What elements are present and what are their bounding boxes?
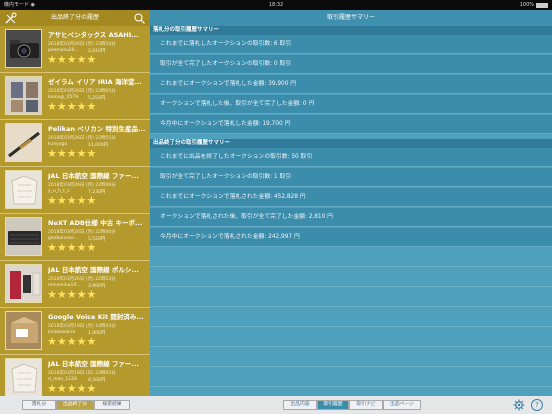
summary-row: 今月中にオークションで落札した金額: 19,700 円: [150, 115, 552, 134]
item-date: 2018年03月26日 (月) 23時10分: [48, 42, 116, 47]
item-date: 2018年03月18日 (日) 23時02分: [48, 371, 116, 376]
empty-row: [150, 328, 552, 347]
left-header: 出品終了分の履歴: [0, 10, 150, 26]
tab-transaction-navi[interactable]: 取引ナビ: [349, 400, 383, 410]
empty-row: [150, 288, 552, 307]
item-title: JAL 日本航空 国際線 ファー...: [48, 172, 139, 180]
item-date: 2018年03月26日 (月) 22時23分: [48, 277, 116, 282]
item-title: JAL 日本航空 国際線 ポルシ...: [48, 266, 139, 274]
keyboard-icon: [8, 231, 41, 245]
item-thumbnail: [5, 29, 42, 68]
empty-row: [150, 248, 552, 267]
tab-search-results[interactable]: 検索結果: [94, 400, 130, 410]
status-bar: 機内モード ◉ 18:32 100%: [0, 0, 552, 10]
rating-stars: ★★★★★: [47, 194, 97, 207]
list-item[interactable]: ゼイラム イリア IRIA 海洋堂... 2018年03月26日 (月) 23時…: [0, 73, 150, 120]
tab-sold-ended[interactable]: 出品終了分: [56, 400, 94, 410]
item-title: NeXT ADB仕様 中古 キーボ...: [48, 219, 143, 227]
summary-row: これまでに出品を終了したオークションの取引数: 50 取引: [150, 148, 552, 167]
camera-icon: [10, 40, 39, 58]
item-date: 2018年03月19日 (月) 10時43分: [48, 324, 116, 329]
summary-row: これまでにオークションで落札された金額: 452,828 円: [150, 188, 552, 207]
tab-listing-details[interactable]: 出品内容: [283, 400, 317, 410]
search-icon[interactable]: [134, 13, 145, 24]
left-tab-bar: 落札分 出品終了分 検索結果: [0, 396, 150, 414]
list-item[interactable]: JAL 日本航空 国際線 ファー... 2018年03月18日 (日) 23時0…: [0, 355, 150, 396]
rating-stars: ★★★★★: [47, 382, 97, 395]
pen-icon: [8, 131, 40, 158]
summary-row: これまでにオークションで落札した金額: 39,900 円: [150, 75, 552, 94]
empty-row: [150, 368, 552, 387]
cloth-icon: [11, 363, 38, 393]
item-thumbnail: [5, 358, 42, 396]
rating-stars: ★★★★★: [47, 147, 97, 160]
battery-icon: [536, 3, 548, 8]
item-title: アサヒペンタックス ASAHI...: [48, 31, 139, 39]
rating-stars: ★★★★★: [47, 100, 97, 113]
empty-row: [150, 308, 552, 327]
item-thumbnail: [5, 311, 42, 350]
cloth-icon: [11, 175, 38, 205]
cards-icon: [11, 82, 38, 112]
item-date: 2018年03月26日 (月) 22時40分: [48, 230, 116, 235]
rating-stars: ★★★★★: [47, 53, 97, 66]
empty-row: [150, 348, 552, 367]
left-title: 出品終了分の履歴: [50, 14, 99, 21]
list-item[interactable]: JAL 日本航空 国際線 ファー... 2018年03月26日 (月) 22時4…: [0, 167, 150, 214]
rating-stars: ★★★★★: [47, 288, 97, 301]
item-date: 2018年03月26日 (月) 22時46分: [48, 183, 116, 188]
item-date: 2018年03月26日 (月) 22時55分: [48, 136, 116, 141]
item-thumbnail: [5, 170, 42, 209]
tools-icon[interactable]: [4, 12, 18, 24]
list-item[interactable]: アサヒペンタックス ASAHI... 2018年03月26日 (月) 23時10…: [0, 26, 150, 73]
rating-stars: ★★★★★: [47, 335, 97, 348]
item-thumbnail: [5, 264, 42, 303]
right-tab-bar: 出品内容 取引履歴 取引ナビ 出品ページ ?: [150, 396, 552, 414]
summary-row: オークションで落札された後、取引が全て完了した金額: 2,810 円: [150, 208, 552, 227]
item-title: JAL 日本航空 国際線 ファー...: [48, 360, 139, 368]
summary-row: オークションで落札した後、取引が全て完了した金額: 0 円: [150, 95, 552, 114]
rating-stars: ★★★★★: [47, 241, 97, 254]
list-item[interactable]: Pelikan ペリカン 特別生産品... 2018年03月26日 (月) 22…: [0, 120, 150, 167]
summary-row: 今月中にオークションで落札された金額: 242,997 円: [150, 228, 552, 247]
summary-row: これまでに落札したオークションの取引数: 6 取引: [150, 35, 552, 54]
tab-won[interactable]: 落札分: [22, 400, 56, 410]
tab-listing-page[interactable]: 出品ページ: [383, 400, 421, 410]
won-section-title: 落札分の取引履歴サマリー: [150, 26, 552, 35]
battery-percent: 100%: [519, 2, 534, 8]
item-thumbnail: [5, 123, 42, 162]
list-item[interactable]: JAL 日本航空 国際線 ポルシ... 2018年03月26日 (月) 22時2…: [0, 261, 150, 308]
item-thumbnail: [5, 217, 42, 256]
help-icon[interactable]: ?: [531, 399, 543, 411]
summary-row: 取引が全て完了したオークションの取引数: 0 取引: [150, 55, 552, 74]
list-item[interactable]: Google Voice Kit 開封済み... 2018年03月19日 (月)…: [0, 308, 150, 355]
gear-icon[interactable]: [513, 399, 525, 411]
amenity-kit-icon: [10, 271, 41, 299]
clock: 18:32: [268, 2, 284, 8]
sold-section-title: 出品終了分の取引履歴サマリー: [150, 139, 552, 148]
list-item[interactable]: NeXT ADB仕様 中古 キーボ... 2018年03月26日 (月) 22時…: [0, 214, 150, 261]
summary-panel: 取引履歴サマリー 落札分の取引履歴サマリー これまでに落札したオークションの取引…: [150, 10, 552, 396]
item-title: Google Voice Kit 開封済み...: [48, 313, 144, 321]
item-date: 2018年03月26日 (月) 23時05分: [48, 89, 116, 94]
box-icon: [11, 317, 38, 343]
item-title: ゼイラム イリア IRIA 海洋堂...: [48, 78, 142, 86]
summary-row: 取引が全て完了したオークションの取引数: 1 取引: [150, 168, 552, 187]
empty-row: [150, 268, 552, 287]
tab-transaction-history[interactable]: 取引履歴: [317, 400, 349, 410]
item-title: Pelikan ペリカン 特別生産品...: [48, 125, 146, 133]
right-header: 取引履歴サマリー: [150, 10, 552, 26]
item-thumbnail: [5, 76, 42, 115]
history-list[interactable]: アサヒペンタックス ASAHI... 2018年03月26日 (月) 23時10…: [0, 26, 150, 396]
history-list-panel: 出品終了分の履歴 アサヒペンタックス ASAHI... 2018年03月26日 …: [0, 10, 150, 396]
